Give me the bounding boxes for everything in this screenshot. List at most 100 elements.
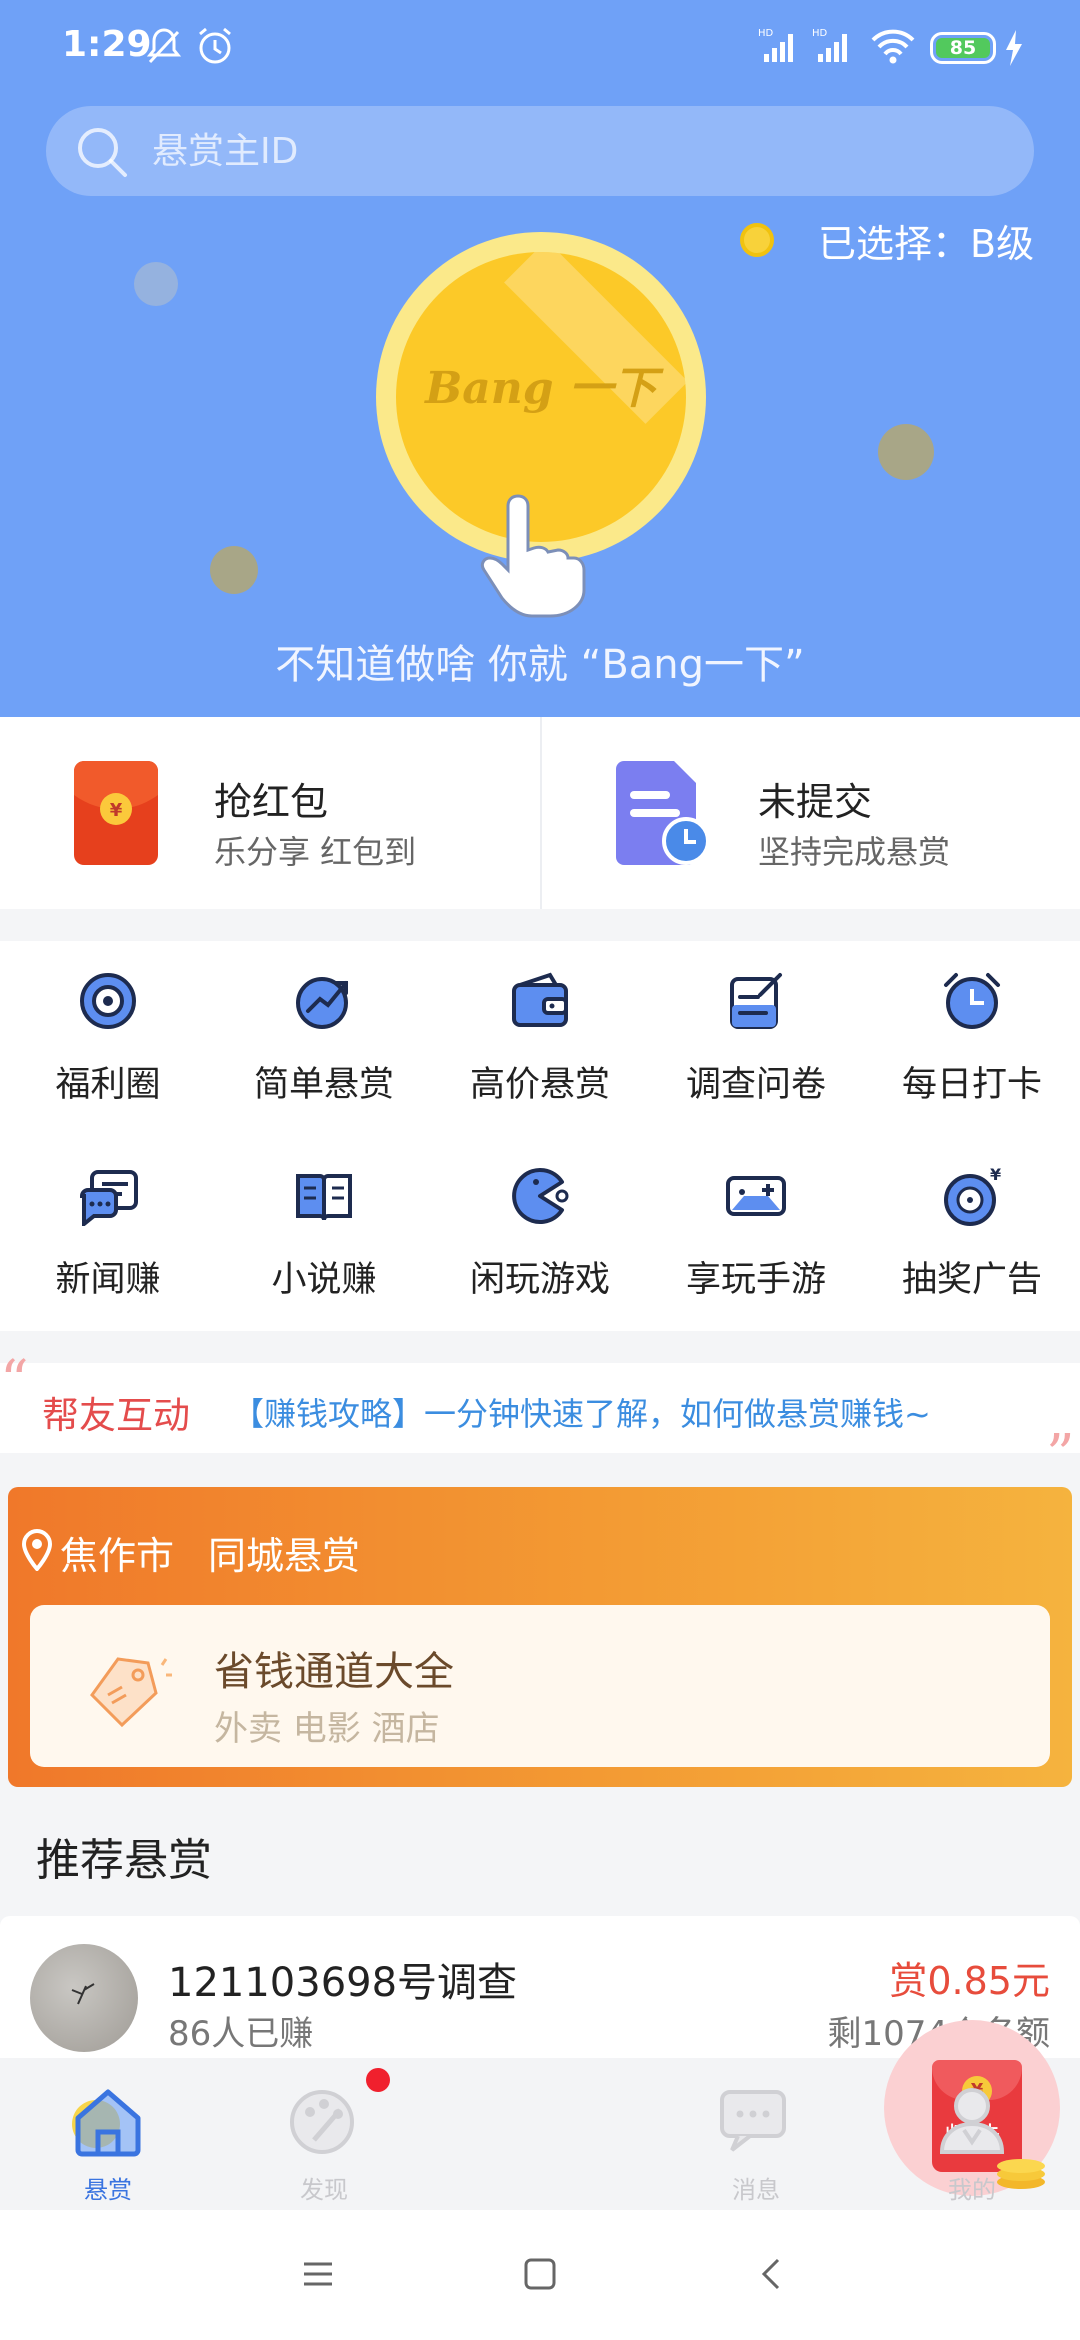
grid-label: 闲玩游戏 xyxy=(469,1260,610,1300)
lottery-wheel-icon: ¥ xyxy=(944,1166,1001,1226)
decor-coin xyxy=(210,546,258,594)
back-icon[interactable] xyxy=(754,2256,790,2296)
signal-hd-icon-2: HD xyxy=(812,26,856,70)
notice-message[interactable]: 【赚钱攻略】一分钟快速了解，如何做悬赏赚钱~ xyxy=(232,1389,931,1435)
quote-open-icon: “ xyxy=(0,1349,29,1414)
quick-actions: ¥ 抢红包 乐分享 红包到 未提交 坚持完成悬赏 xyxy=(0,717,1080,909)
svg-text:¥: ¥ xyxy=(110,800,123,821)
charging-icon xyxy=(1004,30,1024,70)
quick-action-subtitle: 乐分享 红包到 xyxy=(214,833,417,871)
alarm-clock-icon xyxy=(944,973,1000,1029)
grab-red-envelope-button[interactable]: ¥ 抢红包 乐分享 红包到 xyxy=(0,717,540,909)
wallet-icon xyxy=(512,972,568,1027)
search-icon xyxy=(76,126,130,184)
city-banner-subtitle: 同城悬赏 xyxy=(208,1534,361,1578)
svg-text:¥: ¥ xyxy=(990,1166,1001,1184)
grid-item-casual-games[interactable]: 闲玩游戏 xyxy=(432,1136,648,1326)
trend-arrow-icon xyxy=(296,977,348,1029)
grid-label: 调查问卷 xyxy=(685,1065,826,1105)
card-title: 省钱通道大全 xyxy=(214,1649,454,1695)
section-title: 推荐悬赏 xyxy=(36,1835,212,1886)
screen: { "status_bar": { "time": "1:29", "batte… xyxy=(0,0,1080,2340)
selected-level-label: 已选择：B级 xyxy=(818,221,1035,266)
coin-dot-icon xyxy=(740,223,774,257)
grid-item-welfare-circle[interactable]: 福利圈 xyxy=(0,941,216,1131)
battery-indicator: 85 xyxy=(930,32,996,64)
notice-bar[interactable]: “ 帮友互动 【赚钱攻略】一分钟快速了解，如何做悬赏赚钱~ ” xyxy=(0,1349,1080,1488)
coin-text: Bang 一下 xyxy=(425,363,657,414)
grid-item-daily-checkin[interactable]: 每日打卡 xyxy=(864,941,1080,1131)
pointing-hand-icon xyxy=(478,488,588,622)
tab-label: 发现 xyxy=(300,2176,348,2204)
tab-discover[interactable]: 发现 xyxy=(216,2058,432,2210)
grid-label: 小说赚 xyxy=(271,1260,377,1300)
grid-item-survey[interactable]: 调查问卷 xyxy=(648,941,864,1131)
svg-text:HD: HD xyxy=(812,28,828,39)
unsubmitted-button[interactable]: 未提交 坚持完成悬赏 xyxy=(540,717,1080,909)
item-reward: 赏0.85元 xyxy=(889,1959,1050,2003)
savings-channel-card[interactable]: 省钱通道大全 外卖 电影 酒店 xyxy=(30,1605,1050,1767)
system-nav-bar xyxy=(0,2210,1080,2340)
search-bar[interactable] xyxy=(46,106,1034,196)
menu-icon[interactable] xyxy=(300,2256,336,2296)
grid-label: 每日打卡 xyxy=(901,1065,1042,1105)
wifi-icon xyxy=(870,26,916,70)
tab-mentor[interactable]: ¥ 师徒 xyxy=(432,2020,1060,2210)
feature-grid: 福利圈 简单悬赏 高价悬赏 调查问卷 每日打卡 新闻赚 小说赚 闲玩游戏 享玩手… xyxy=(0,941,1080,1331)
tab-label: 消息 xyxy=(732,2176,780,2204)
quick-action-subtitle: 坚持完成悬赏 xyxy=(758,833,951,871)
notice-brand: 帮友互动 xyxy=(42,1394,190,1437)
hero-banner: 1:29 HD HD 85 悬赏主ID 已选择：B级 Bang 一下 不知道做啥… xyxy=(0,0,1080,717)
user-icon xyxy=(932,2080,1012,2164)
grid-item-high-reward[interactable]: 高价悬赏 xyxy=(432,941,648,1131)
document-clock-icon xyxy=(616,761,710,869)
disc-icon xyxy=(80,973,136,1029)
gamepad-icon xyxy=(726,1176,786,1216)
news-chat-icon xyxy=(79,1170,138,1226)
home-icon xyxy=(68,2080,148,2164)
hero-tagline: 不知道做啥 你就 “Bang一下” xyxy=(275,642,805,688)
tab-reward[interactable]: 悬赏 xyxy=(0,2058,216,2210)
signal-hd-icon: HD xyxy=(758,26,802,70)
chat-bubbles-icon xyxy=(716,2080,796,2164)
level-selector[interactable]: 已选择：B级 xyxy=(740,210,1034,270)
bottom-nav: 悬赏 发现 ¥ 师徒 消息 xyxy=(0,2020,1080,2210)
svg-text:HD: HD xyxy=(758,28,774,39)
tab-messages[interactable]: 消息 xyxy=(648,2058,864,2210)
status-time: 1:29 xyxy=(62,24,152,65)
item-earned-count: 86人已赚 xyxy=(168,2014,314,2054)
grid-item-mobile-games[interactable]: 享玩手游 xyxy=(648,1136,864,1326)
grid-label: 抽奖广告 xyxy=(901,1260,1042,1300)
grid-label: 新闻赚 xyxy=(55,1260,161,1300)
city-name[interactable]: 焦作市 xyxy=(60,1525,174,1580)
grid-item-simple-reward[interactable]: 简单悬赏 xyxy=(216,941,432,1131)
open-book-icon xyxy=(296,1174,352,1221)
decor-coin xyxy=(878,424,934,480)
mute-bell-icon xyxy=(146,26,182,70)
quick-action-title: 未提交 xyxy=(758,780,873,824)
palette-icon xyxy=(284,2080,364,2164)
tab-label: 悬赏 xyxy=(84,2176,132,2204)
grid-item-novel-earn[interactable]: 小说赚 xyxy=(216,1136,432,1326)
status-bar: 1:29 HD HD 85 xyxy=(0,0,1080,96)
quick-action-title: 抢红包 xyxy=(214,780,329,824)
battery-level: 85 xyxy=(936,38,990,58)
item-title: 121103698号调查 xyxy=(168,1960,518,2006)
price-tag-icon xyxy=(78,1645,178,1739)
search-input[interactable] xyxy=(152,106,992,196)
grid-label: 高价悬赏 xyxy=(469,1065,610,1105)
grid-item-news-earn[interactable]: 新闻赚 xyxy=(0,1136,216,1326)
notification-badge xyxy=(366,2068,390,2092)
home-square-icon[interactable] xyxy=(522,2256,558,2296)
survey-icon xyxy=(730,973,782,1029)
tab-profile[interactable]: 我的 xyxy=(864,2058,1080,2210)
grid-label: 福利圈 xyxy=(55,1065,161,1105)
avatar xyxy=(30,1944,138,2052)
pacman-icon xyxy=(512,1168,569,1224)
grid-label: 享玩手游 xyxy=(685,1260,826,1300)
city-reward-banner[interactable]: 焦作市 同城悬赏 省钱通道大全 外卖 电影 酒店 xyxy=(8,1487,1072,1787)
grid-label: 简单悬赏 xyxy=(253,1065,394,1105)
grid-item-lottery-ads[interactable]: ¥ 抽奖广告 xyxy=(864,1136,1080,1326)
alarm-icon xyxy=(196,26,234,70)
card-subtitle: 外卖 电影 酒店 xyxy=(214,1709,440,1749)
